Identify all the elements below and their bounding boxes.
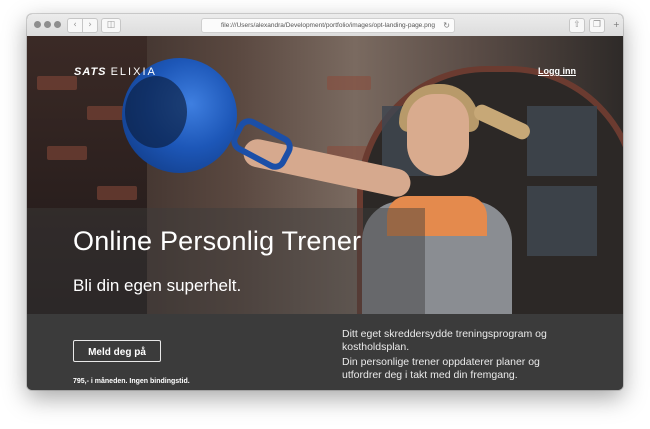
description-paragraph-1: Ditt eget skreddersydde treningsprogram … xyxy=(342,328,547,353)
address-bar[interactable]: file:///Users/alexandra/Development/port… xyxy=(201,18,455,33)
hero-photo-athlete-head xyxy=(407,94,469,176)
signup-button[interactable]: Meld deg på xyxy=(73,340,161,362)
zoom-window-button[interactable] xyxy=(54,21,61,28)
hero-text-overlay xyxy=(27,208,425,314)
description-paragraph-3-clipped xyxy=(342,384,582,390)
close-window-button[interactable] xyxy=(34,21,41,28)
browser-toolbar: ‹ › ◫ file:///Users/alexandra/Developmen… xyxy=(27,14,623,37)
signup-section: Meld deg på 795,- i måneden. Ingen bindi… xyxy=(27,314,623,390)
login-link[interactable]: Logg inn xyxy=(538,66,576,76)
hero-photo-kettlebell-face xyxy=(125,76,187,148)
price-text: 795,- i måneden. Ingen bindingstid. xyxy=(73,378,190,385)
share-icon[interactable]: ⇧ xyxy=(569,18,585,33)
address-text: file:///Users/alexandra/Development/port… xyxy=(221,22,435,29)
hero-photo-window-pane xyxy=(527,106,597,176)
browser-window: ‹ › ◫ file:///Users/alexandra/Developmen… xyxy=(27,14,623,390)
sats-elixia-logo[interactable]: SATS ELIXIA xyxy=(74,66,157,78)
hero-photo-brick xyxy=(97,186,137,200)
plus-icon[interactable]: + xyxy=(613,20,622,29)
hero-photo-brick xyxy=(37,76,77,90)
sidebar-icon[interactable]: ◫ xyxy=(101,18,121,33)
hero-title: Online Personlig Trener xyxy=(73,226,362,256)
hero-section: SATS ELIXIA Logg inn Online Personlig Tr… xyxy=(27,36,623,314)
minimize-window-button[interactable] xyxy=(44,21,51,28)
chevron-left-icon[interactable]: ‹ xyxy=(67,18,83,33)
chevron-right-icon[interactable]: › xyxy=(82,18,98,33)
hero-photo-brick xyxy=(87,106,127,120)
hero-photo-brick xyxy=(47,146,87,160)
hero-photo-brick xyxy=(327,76,371,90)
tabs-icon[interactable]: ❐ xyxy=(589,18,605,33)
logo-sats: SATS xyxy=(74,66,107,78)
hero-subtitle: Bli din egen superhelt. xyxy=(73,276,242,295)
logo-elixia: ELIXIA xyxy=(110,66,157,78)
description-paragraph-2: Din personlige trener oppdaterer planer … xyxy=(342,356,540,381)
reload-icon[interactable]: ↻ xyxy=(443,19,450,32)
hero-photo-window-pane xyxy=(527,186,597,256)
